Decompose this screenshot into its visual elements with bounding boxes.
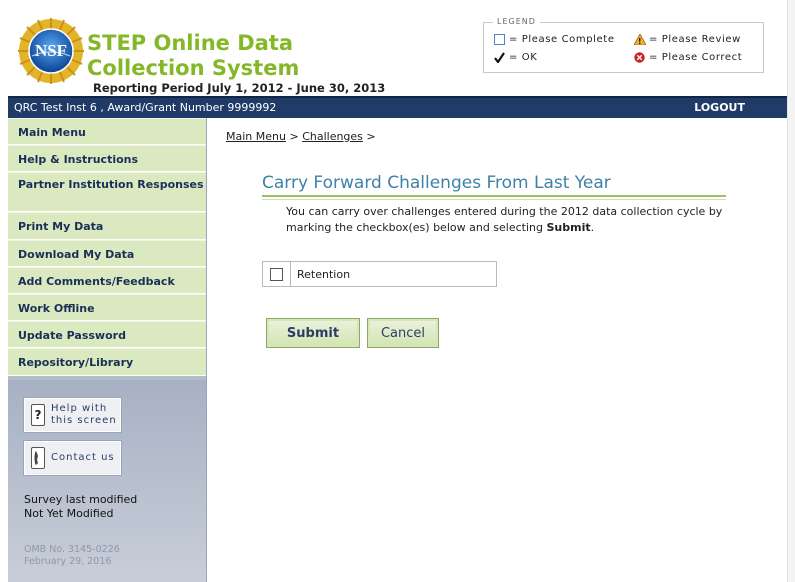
- omb-number: OMB No. 3145-0226: [24, 544, 120, 555]
- legend-item-please-complete: = Please Complete: [494, 34, 615, 45]
- sidebar-item-work-offline[interactable]: Work Offline: [8, 293, 206, 322]
- app-title: STEP Online Data Collection System: [87, 31, 300, 80]
- legend-label: = Please Correct: [649, 52, 743, 63]
- help-with-screen-button[interactable]: ? Help with this screen: [24, 398, 121, 432]
- legend-title: LEGEND: [493, 17, 540, 26]
- intro-text: You can carry over challenges entered du…: [286, 204, 746, 236]
- question-mark-icon: ?: [31, 404, 45, 426]
- sidebar-item-print-my-data[interactable]: Print My Data: [8, 212, 206, 240]
- intro-text-bold: Submit: [546, 221, 591, 234]
- intro-text-body: You can carry over challenges entered du…: [286, 205, 723, 234]
- sidebar: Main Menu Help & Instructions Partner In…: [8, 118, 207, 582]
- svg-text:!: !: [638, 37, 642, 45]
- institution-award-text: QRC Test Inst 6 , Award/Grant Number 999…: [14, 101, 277, 114]
- check-mark-icon: [494, 52, 505, 64]
- sidebar-item-help-instructions[interactable]: Help & Instructions: [8, 145, 206, 173]
- sidebar-item-repository-library[interactable]: Repository/Library: [8, 348, 206, 376]
- survey-modified-label: Survey last modified: [24, 493, 138, 506]
- reporting-period: Reporting Period July 1, 2012 - June 30,…: [93, 81, 386, 95]
- sidebar-nav: Main Menu Help & Instructions Partner In…: [8, 118, 206, 376]
- submit-button[interactable]: Submit: [266, 318, 360, 348]
- nsf-logo: NSF: [18, 18, 84, 84]
- sidebar-item-main-menu[interactable]: Main Menu: [8, 118, 206, 146]
- intro-text-end: .: [590, 221, 595, 234]
- omb-info: OMB No. 3145-0226 February 29, 2016: [24, 544, 120, 568]
- page-header: NSF STEP Online Data Collection System R…: [8, 8, 787, 96]
- help-label-line-2: this screen: [51, 415, 117, 426]
- breadcrumb-separator: >: [366, 130, 376, 143]
- contact-us-button[interactable]: Contact us: [24, 441, 121, 475]
- breadcrumb: Main Menu > Challenges >: [226, 130, 376, 143]
- challenge-label: Retention: [297, 267, 351, 281]
- omb-date: February 29, 2016: [24, 556, 112, 567]
- legend-box: LEGEND = Please Complete ! = Please Revi…: [483, 17, 764, 73]
- logout-link[interactable]: LOGOUT: [694, 101, 745, 114]
- contact-us-label: Contact us: [51, 452, 115, 463]
- error-circle-icon: [634, 52, 645, 63]
- sidebar-item-partner-institution-responses[interactable]: Partner Institution Responses: [8, 172, 206, 213]
- legend-item-ok: = OK: [494, 52, 538, 64]
- help-button-label: Help with this screen: [51, 403, 117, 427]
- sidebar-item-download-my-data[interactable]: Download My Data: [8, 239, 206, 267]
- legend-item-please-correct: = Please Correct: [634, 52, 742, 63]
- sidebar-item-update-password[interactable]: Update Password: [8, 321, 206, 349]
- warning-triangle-icon: !: [633, 33, 647, 46]
- breadcrumb-separator: >: [289, 130, 299, 143]
- legend-label: = Please Complete: [509, 34, 615, 45]
- retention-checkbox[interactable]: [270, 267, 283, 281]
- page-title: Carry Forward Challenges From Last Year: [262, 173, 726, 200]
- survey-last-modified: Survey last modified Not Yet Modified: [24, 493, 137, 521]
- checkbox-cell: [263, 262, 291, 286]
- challenge-row-retention: Retention: [262, 261, 497, 287]
- nsf-logo-text: NSF: [35, 41, 67, 60]
- legend-item-please-review: ! = Please Review: [633, 33, 741, 46]
- main-content: Main Menu > Challenges > Carry Forward C…: [207, 118, 787, 582]
- legend-label: = Please Review: [649, 34, 741, 45]
- breadcrumb-main-menu[interactable]: Main Menu: [226, 130, 286, 143]
- help-label-line-1: Help with: [51, 403, 108, 414]
- legend-label: = OK: [509, 52, 538, 63]
- cancel-button[interactable]: Cancel: [367, 318, 439, 348]
- survey-modified-value: Not Yet Modified: [24, 507, 114, 520]
- phone-icon: [31, 447, 45, 469]
- institution-bar: QRC Test Inst 6 , Award/Grant Number 999…: [8, 96, 787, 118]
- window-right-edge: [787, 0, 795, 582]
- sidebar-item-add-comments-feedback[interactable]: Add Comments/Feedback: [8, 266, 206, 294]
- empty-square-icon: [494, 34, 505, 45]
- breadcrumb-challenges[interactable]: Challenges: [302, 130, 363, 143]
